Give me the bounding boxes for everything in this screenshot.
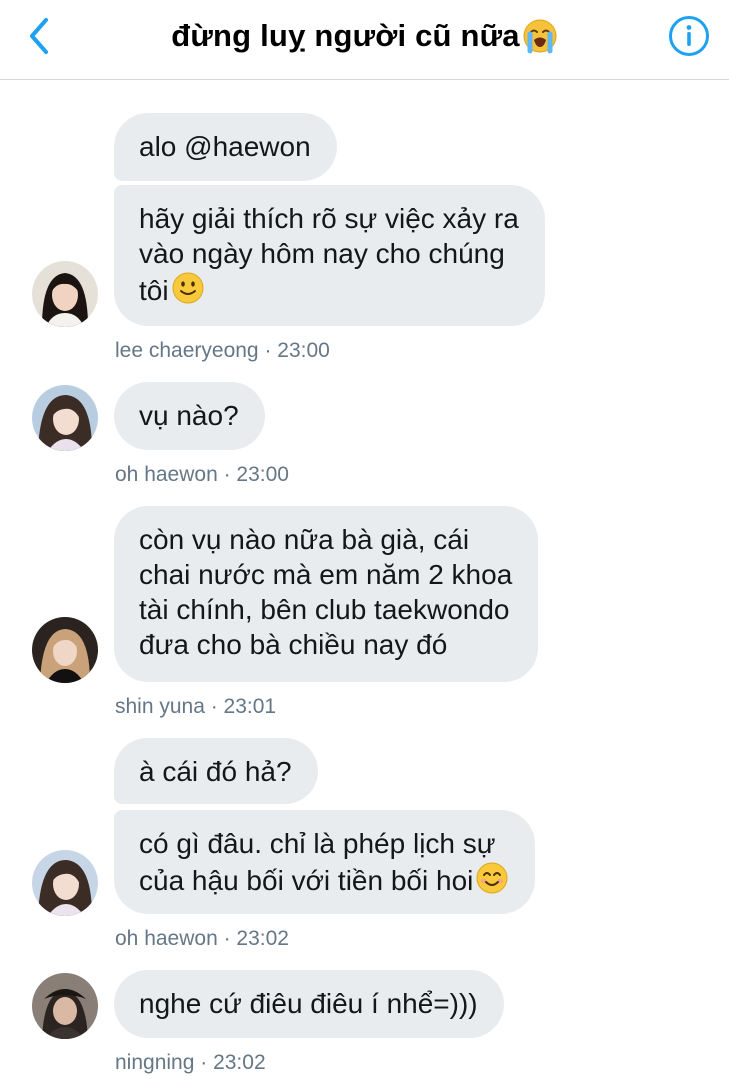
avatar-photo [32, 973, 98, 1039]
chevron-left-icon [30, 18, 48, 54]
message-bubble[interactable]: vụ nào? [114, 382, 265, 450]
message-meta: ningning · 23:02 [115, 1051, 266, 1074]
avatar-photo [32, 385, 98, 451]
message-bubble[interactable]: à cái đó hả? [114, 738, 318, 804]
info-circle-icon [669, 16, 709, 56]
avatar-ningning[interactable] [32, 973, 98, 1039]
info-button[interactable] [668, 15, 710, 57]
message-bubble[interactable]: hãy giải thích rõ sự việc xảy ra vào ngà… [114, 185, 545, 326]
message-text: vụ nào? [139, 400, 239, 431]
avatar-shin-yuna[interactable] [32, 617, 98, 683]
message-meta: lee chaeryeong · 23:00 [115, 339, 330, 362]
back-button[interactable] [22, 14, 62, 58]
message-bubble[interactable]: alo @haewon [114, 113, 337, 181]
avatar-photo [32, 850, 98, 916]
message-text: có gì đâu. chỉ là phép lịch sự của hậu b… [139, 828, 496, 896]
message-meta: shin yuna · 23:01 [115, 695, 277, 718]
message-meta: oh haewon · 23:02 [115, 927, 289, 950]
avatar-oh-haewon[interactable] [32, 385, 98, 451]
avatar-photo [32, 617, 98, 683]
message-bubble[interactable]: còn vụ nào nữa bà già, cái chai nước mà … [114, 506, 539, 682]
conversation-title-wrap[interactable]: đừng luỵ người cũ nữa [100, 14, 629, 58]
message-text: alo @haewon [139, 131, 311, 162]
conversation-title: đừng luỵ người cũ nữa [171, 18, 520, 53]
loudly-crying-face-icon [523, 19, 557, 54]
avatar-oh-haewon[interactable] [32, 850, 98, 916]
avatar-photo [32, 261, 98, 327]
message-bubble[interactable]: nghe cứ điêu điêu í nhể=))) [114, 970, 504, 1038]
conversation-header: đừng luỵ người cũ nữa [0, 0, 729, 80]
smiling-face-with-smiling-eyes-icon [476, 862, 508, 894]
message-text: còn vụ nào nữa bà già, cái chai nước mà … [139, 524, 513, 660]
slightly-smiling-face-icon [172, 272, 204, 304]
message-bubble[interactable]: có gì đâu. chỉ là phép lịch sự của hậu b… [114, 810, 536, 914]
message-meta: oh haewon · 23:00 [115, 463, 289, 486]
message-text: nghe cứ điêu điêu í nhể=))) [139, 988, 478, 1019]
avatar-lee-chaeryeong[interactable] [32, 261, 98, 327]
message-text: à cái đó hả? [139, 756, 292, 787]
